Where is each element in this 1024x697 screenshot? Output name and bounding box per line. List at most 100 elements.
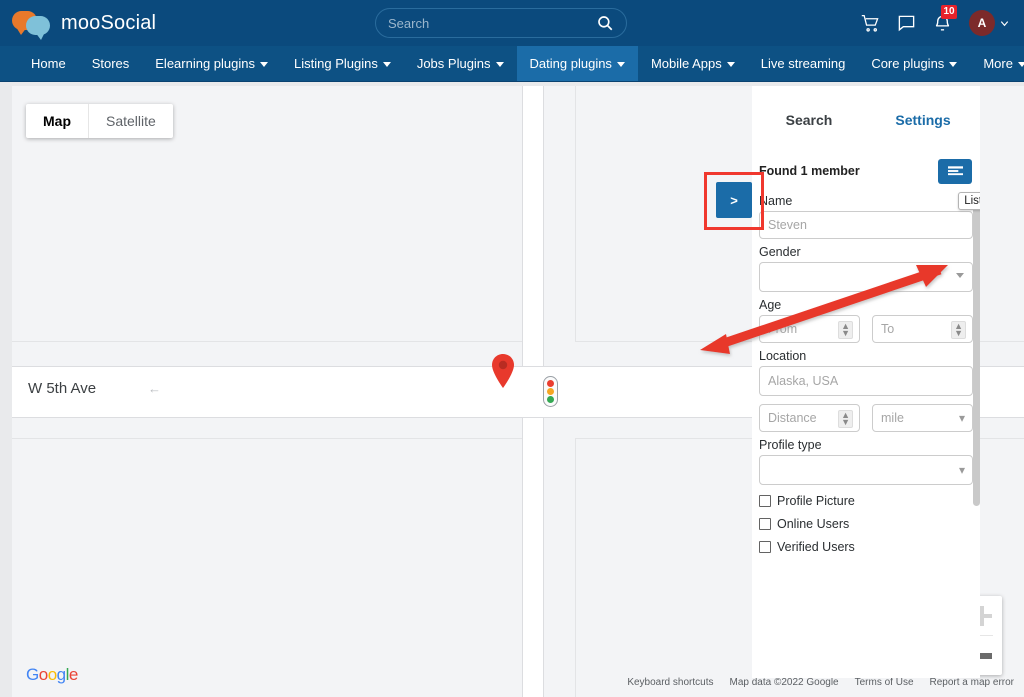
map-block-edge [12, 438, 522, 439]
nav-label: Core plugins [871, 56, 945, 71]
distance-unit-select[interactable] [872, 404, 973, 432]
avatar-menu[interactable]: A [969, 10, 1010, 36]
chevron-down-icon [260, 62, 268, 67]
arrow-left-icon: ← [148, 381, 161, 396]
profile-type-label: Profile type [759, 438, 822, 452]
map-pin-marker[interactable] [491, 354, 515, 388]
profile-type-select-wrap: ▾ [759, 455, 973, 485]
nav-item-elearning-plugins[interactable]: Elearning plugins [142, 46, 281, 81]
checkbox-profile-picture[interactable]: Profile Picture [759, 494, 973, 508]
nav-item-live-streaming[interactable]: Live streaming [748, 46, 859, 81]
tab-settings[interactable]: Settings [866, 112, 980, 128]
checkbox-label: Profile Picture [777, 494, 855, 508]
map-block-edge [575, 86, 576, 341]
location-label: Location [759, 349, 807, 363]
chevron-down-icon [1017, 62, 1024, 67]
map-road-label: W 5th Ave [28, 380, 97, 397]
list-view-icon [947, 166, 963, 176]
nav-item-mobile-apps[interactable]: Mobile Apps [638, 46, 748, 81]
search-panel: Search Settings Found 1 member Name Gend… [752, 86, 980, 678]
search-input[interactable] [388, 15, 596, 31]
search-form: Name Gender Age ▲▼ ▲▼ Location [752, 194, 980, 554]
gender-label: Gender [759, 245, 801, 259]
nav-item-more[interactable]: More [970, 46, 1024, 81]
traffic-light-icon [543, 376, 558, 407]
message-icon[interactable] [897, 14, 916, 33]
nav-label: Elearning plugins [155, 56, 255, 71]
nav-label: Listing Plugins [294, 56, 378, 71]
checkbox-online-users[interactable]: Online Users [759, 517, 973, 531]
gender-select[interactable] [759, 262, 973, 292]
panel-tabs: Search Settings [752, 86, 980, 154]
nav-item-stores[interactable]: Stores [79, 46, 143, 81]
tab-search[interactable]: Search [752, 112, 866, 128]
nav-label: More [983, 56, 1013, 71]
nav-label: Mobile Apps [650, 56, 722, 71]
notification-badge: 10 [941, 4, 957, 19]
stepper-icon[interactable]: ▲ ▼ [951, 321, 966, 339]
name-label: Name [759, 194, 793, 208]
nav-item-dating-plugins[interactable]: Dating plugins [516, 46, 638, 81]
stepper-icon[interactable]: ▲ ▼ [838, 410, 853, 428]
chevron-down-icon [616, 62, 625, 67]
nav-label: Live streaming [760, 56, 846, 71]
top-header: mooSocial 10 A [0, 0, 1024, 46]
map-road-vertical [522, 86, 544, 366]
nav-label: Stores [91, 56, 130, 71]
list-view-tooltip: List View [958, 192, 980, 210]
panel-collapse-button[interactable]: > [716, 182, 752, 218]
map-road-vertical [522, 416, 544, 697]
map-type-satellite[interactable]: Satellite [89, 104, 173, 138]
avatar: A [969, 10, 995, 36]
stepper-icon[interactable]: ▲ ▼ [838, 321, 853, 339]
terms-of-use-link[interactable]: Terms of Use [855, 677, 914, 688]
speech-bubbles-logo-icon [12, 9, 52, 40]
chevron-down-icon [726, 62, 735, 67]
nav-item-core-plugins[interactable]: Core plugins [858, 46, 970, 81]
gender-select-wrap [759, 262, 973, 292]
location-input[interactable] [759, 366, 973, 396]
chevron-down-icon [382, 62, 391, 67]
main-navigation: Home Stores Elearning plugins Listing Pl… [0, 46, 1024, 82]
bell-icon[interactable]: 10 [933, 4, 957, 33]
header-search[interactable] [375, 8, 627, 38]
page-body: W 5th Ave ← Map Satellite Google Keyboar… [0, 82, 1024, 697]
distance-row: ▲▼ ▾ [759, 404, 973, 432]
checkbox-icon[interactable] [759, 518, 771, 530]
nav-item-home[interactable]: Home [18, 46, 79, 81]
map-block-edge [575, 438, 576, 697]
age-label: Age [759, 298, 782, 312]
chevron-right-icon: > [730, 192, 738, 208]
nav-label: Dating plugins [529, 56, 612, 71]
brand-name: mooSocial [61, 11, 157, 34]
header-actions: 10 A [861, 0, 1010, 46]
profile-type-select[interactable] [759, 455, 973, 485]
checkbox-icon[interactable] [759, 541, 771, 553]
nav-label: Jobs Plugins [416, 56, 491, 71]
search-icon[interactable] [596, 14, 614, 32]
brand-logo[interactable]: mooSocial [12, 9, 157, 40]
map-data-attribution: Map data ©2022 Google [729, 677, 839, 688]
results-row: Found 1 member [752, 154, 980, 188]
found-count-text: Found 1 member [759, 164, 860, 178]
chevron-down-icon [949, 62, 958, 67]
age-range-row: ▲▼ ▲▼ [759, 315, 973, 343]
report-map-error-link[interactable]: Report a map error [930, 677, 1014, 688]
cart-icon[interactable] [861, 14, 880, 33]
nav-item-listing-plugins[interactable]: Listing Plugins [281, 46, 404, 81]
panel-scrollbar[interactable] [973, 201, 980, 506]
chevron-down-icon [495, 62, 504, 67]
map-block-edge [12, 341, 522, 342]
list-view-button[interactable] [938, 158, 972, 184]
keyboard-shortcuts-link[interactable]: Keyboard shortcuts [627, 677, 713, 688]
google-logo: Google [26, 665, 78, 684]
checkbox-verified-users[interactable]: Verified Users [759, 540, 973, 554]
checkbox-icon[interactable] [759, 495, 771, 507]
nav-item-jobs-plugins[interactable]: Jobs Plugins [404, 46, 517, 81]
nav-label: Home [31, 56, 66, 71]
map-type-toggle: Map Satellite [26, 104, 173, 138]
map-type-map[interactable]: Map [26, 104, 89, 138]
checkbox-label: Verified Users [777, 540, 855, 554]
name-input[interactable] [759, 211, 973, 239]
map-footer-links: Keyboard shortcuts Map data ©2022 Google… [627, 677, 1014, 688]
